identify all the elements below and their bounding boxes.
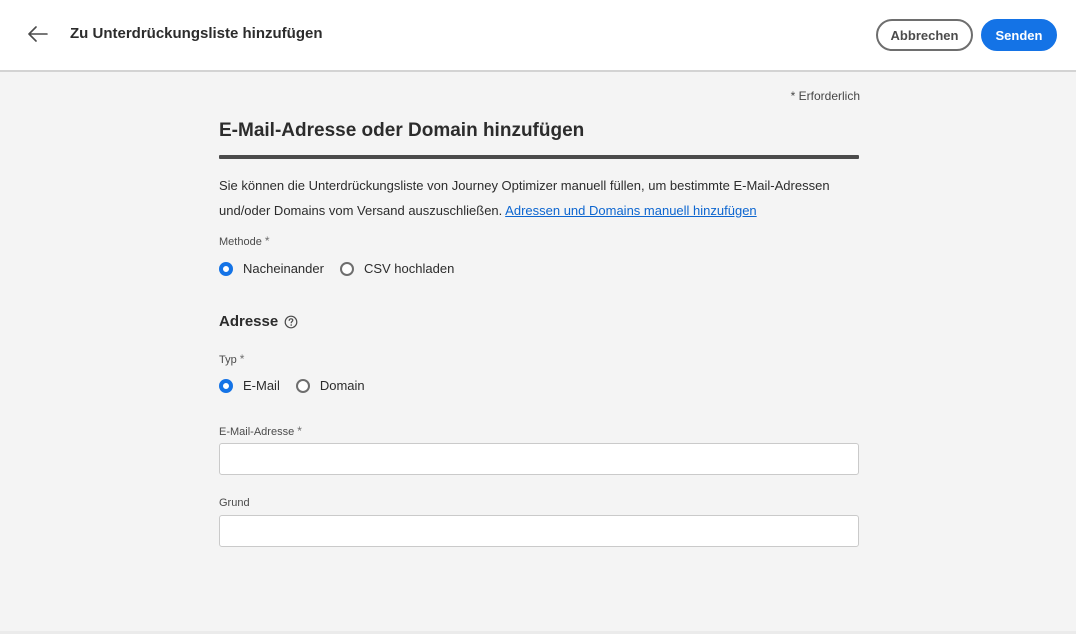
type-required-star: *	[239, 352, 245, 366]
method-required-star: *	[264, 234, 270, 248]
type-option-email[interactable]: E-Mail	[219, 378, 280, 393]
section-divider	[219, 155, 859, 159]
email-required-star: *	[297, 424, 302, 438]
radio-unchecked-icon[interactable]	[339, 261, 354, 276]
email-label-text: E-Mail-Adresse	[219, 426, 295, 438]
type-option-domain[interactable]: Domain	[295, 378, 365, 393]
email-address-input[interactable]	[219, 443, 859, 475]
type-radio-group: E-Mail Domain	[219, 378, 381, 393]
type-label: Typ *	[219, 352, 244, 366]
reason-input[interactable]	[219, 515, 859, 547]
required-note: * Erforderlich	[790, 89, 860, 103]
description-text: Sie können die Unterdrückungsliste von J…	[219, 173, 859, 223]
send-button[interactable]: Senden	[981, 19, 1057, 51]
radio-unchecked-icon[interactable]	[295, 378, 310, 393]
address-title-text: Adresse	[219, 313, 279, 330]
radio-label: CSV hochladen	[363, 261, 455, 276]
arrow-left-icon	[28, 26, 48, 42]
reason-field-label: Grund	[219, 497, 250, 509]
back-button[interactable]	[26, 22, 50, 46]
type-label-text: Typ	[219, 354, 237, 366]
method-radio-group: Nacheinander CSV hochladen	[219, 261, 470, 276]
radio-checked-icon[interactable]	[219, 261, 233, 276]
address-section-title: Adresse	[219, 313, 298, 330]
method-label: Methode *	[219, 234, 269, 248]
help-circle-icon[interactable]	[284, 315, 298, 329]
radio-label: Nacheinander	[243, 261, 324, 276]
radio-label: E-Mail	[243, 378, 280, 393]
method-label-text: Methode	[219, 236, 262, 248]
manual-add-help-link[interactable]: Adressen und Domains manuell hinzufügen	[505, 203, 757, 218]
page-title: Zu Unterdrückungsliste hinzufügen	[70, 25, 323, 42]
method-option-one-by-one[interactable]: Nacheinander	[219, 261, 324, 276]
email-field-label: E-Mail-Adresse *	[219, 424, 302, 438]
method-option-csv-upload[interactable]: CSV hochladen	[339, 261, 455, 276]
radio-checked-icon[interactable]	[219, 378, 233, 393]
section-title: E-Mail-Adresse oder Domain hinzufügen	[219, 120, 585, 141]
top-bar: Zu Unterdrückungsliste hinzufügen Abbrec…	[0, 0, 1076, 72]
cancel-button[interactable]: Abbrechen	[876, 19, 973, 51]
radio-label: Domain	[319, 378, 365, 393]
